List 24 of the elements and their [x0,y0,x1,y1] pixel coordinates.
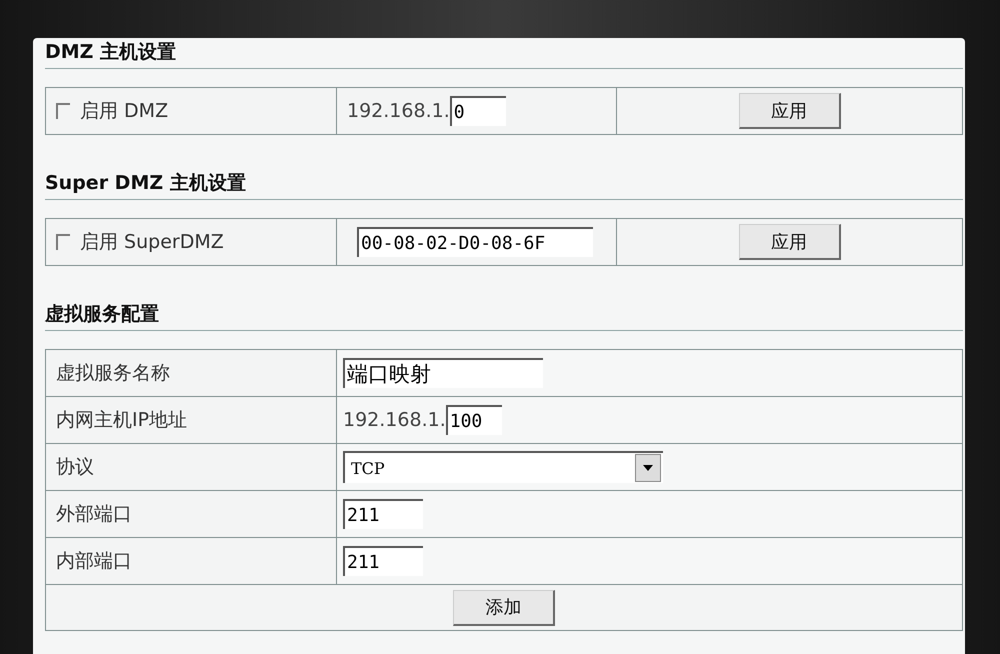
input-field[interactable]: 211 [343,546,423,576]
checkbox[interactable] [56,234,70,250]
checkbox[interactable] [56,103,70,119]
input-field[interactable]: 100 [446,405,502,435]
field-label: 协议 [56,455,94,480]
checkbox-label: 启用 DMZ [80,99,168,124]
input-field[interactable]: 00-08-02-D0-08-6F [357,227,593,257]
field-label: 内部端口 [56,549,132,574]
field-label: 虚拟服务名称 [56,361,170,386]
section-title: Super DMZ 主机设置 [45,169,963,200]
section-title: DMZ 主机设置 [45,38,963,69]
checkbox-label: 启用 SuperDMZ [80,230,224,255]
apply-button[interactable]: 应用 [738,224,840,260]
section-title: 虚拟服务配置 [45,300,963,331]
input-field[interactable]: 端口映射 [343,358,543,388]
ip-prefix: 192.168.1. [343,409,446,431]
input-field[interactable]: 211 [343,499,423,529]
field-label: 内网主机IP地址 [56,408,188,433]
ip-prefix: 192.168.1. [347,100,450,122]
protocol-select[interactable]: TCP [343,451,663,483]
input-field[interactable]: 0 [450,96,506,126]
field-label: 外部端口 [56,502,132,527]
apply-button[interactable]: 应用 [738,93,840,129]
add-button[interactable]: 添加 [453,590,555,626]
